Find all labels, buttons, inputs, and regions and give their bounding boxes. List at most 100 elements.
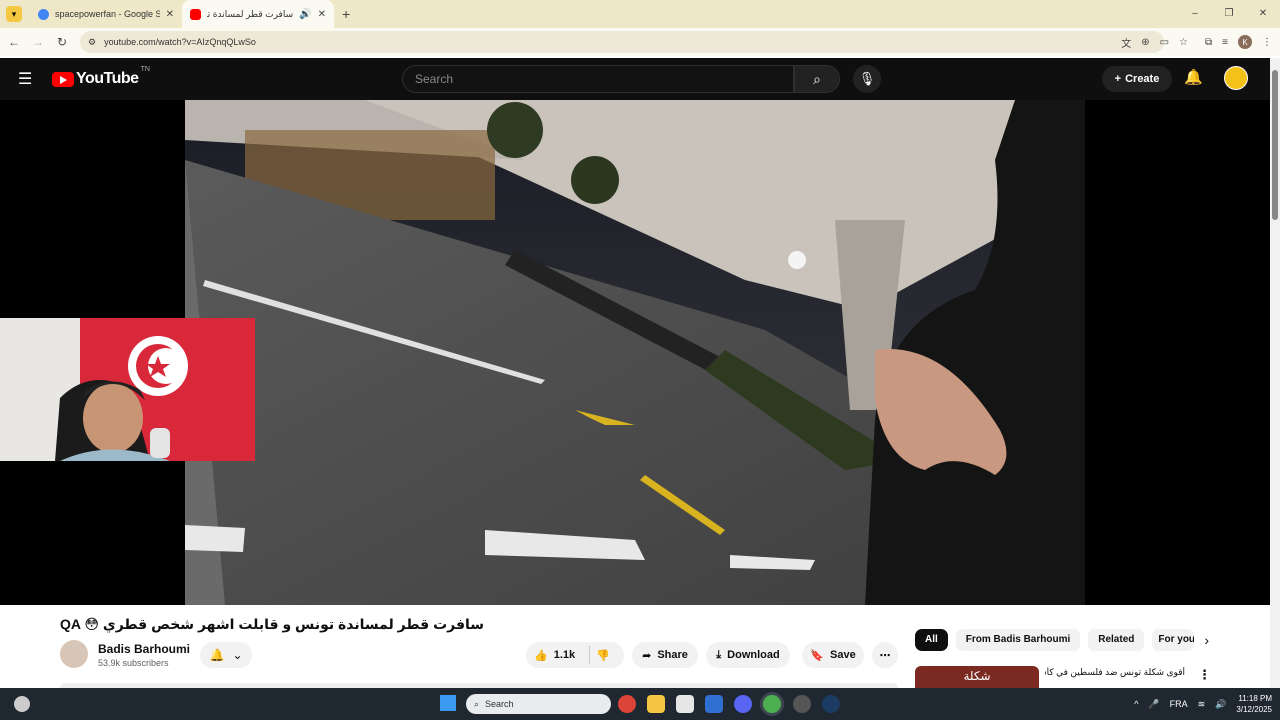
like-dislike-group: 👍 1.1k 👎 bbox=[526, 642, 624, 668]
subscriber-count: 53.9k subscribers bbox=[98, 658, 169, 668]
search-input[interactable]: Search bbox=[402, 65, 794, 93]
tab-google-search[interactable]: spacepowerfan - Google Search ✕ bbox=[30, 0, 182, 28]
youtube-logo[interactable]: YouTube TN bbox=[52, 66, 150, 88]
recommendation-filter-chips: All From Badis Barhoumi Related For you … bbox=[915, 629, 1209, 651]
back-icon[interactable]: ← bbox=[2, 35, 26, 49]
notifications-bell-icon[interactable]: 🔔 bbox=[1184, 68, 1203, 86]
plus-icon: + bbox=[1114, 73, 1122, 85]
download-button[interactable]: ⤓ Download bbox=[706, 642, 790, 668]
tab-title: spacepowerfan - Google Search bbox=[55, 9, 160, 19]
search-icon: ⌕ bbox=[474, 698, 480, 709]
close-window-icon[interactable]: ✕ bbox=[1246, 0, 1280, 28]
chip-from-channel[interactable]: From Badis Barhoumi bbox=[955, 629, 1081, 651]
cast-icon[interactable]: ▭ bbox=[1160, 37, 1169, 48]
reload-icon[interactable]: ↻ bbox=[50, 35, 74, 49]
subscription-bell-button[interactable]: 🔔 ⌄ bbox=[200, 642, 252, 668]
share-button[interactable]: ➦ Share bbox=[632, 642, 698, 668]
divider bbox=[589, 646, 591, 664]
steam-icon[interactable] bbox=[822, 695, 840, 713]
start-windows-icon[interactable] bbox=[440, 695, 456, 711]
bookmark-icon: 🔖 bbox=[810, 649, 824, 662]
dislike-button[interactable]: 👎 bbox=[596, 649, 610, 662]
date: 3/12/2025 bbox=[1236, 705, 1272, 714]
recommended-more-icon[interactable]: ⋮ bbox=[1198, 667, 1211, 683]
chevron-down-icon: ⌄ bbox=[232, 648, 243, 662]
translate-icon[interactable]: 文 bbox=[1121, 35, 1131, 50]
tray-chevron-icon[interactable]: ^ bbox=[1134, 699, 1138, 709]
mail-icon[interactable] bbox=[705, 695, 723, 713]
omnibox-actions: 文 ⊕ ▭ ☆ bbox=[1121, 31, 1188, 53]
chrome-active-icon[interactable] bbox=[763, 695, 781, 713]
forward-icon[interactable]: → bbox=[26, 35, 50, 49]
tab-search-icon[interactable]: ▾ bbox=[6, 6, 22, 22]
discord-icon[interactable] bbox=[734, 695, 752, 713]
window-controls: – ❐ ✕ bbox=[1178, 0, 1280, 28]
zoom-icon[interactable]: ⊕ bbox=[1141, 37, 1149, 48]
new-tab-icon[interactable]: + bbox=[342, 6, 350, 22]
recommended-video-thumbnail[interactable]: شكلة bbox=[915, 666, 1039, 688]
close-tab-icon[interactable]: ✕ bbox=[318, 9, 326, 20]
clock[interactable]: 11:18 PM 3/12/2025 bbox=[1236, 693, 1272, 715]
chip-all[interactable]: All bbox=[915, 629, 948, 651]
system-tray: ^ 🎤 FRA ≋ 🔊 11:18 PM 3/12/2025 bbox=[1134, 688, 1272, 720]
url-field[interactable]: ⚙ youtube.com/watch?v=AIzQnqQLwSo bbox=[80, 31, 1164, 53]
tab-title: سافرت قطر لمساندة تونس و bbox=[207, 8, 294, 19]
windows-taskbar: ⌕ Search ^ 🎤 FRA ≋ 🔊 11:18 PM 3/12/2025 bbox=[0, 688, 1280, 720]
chips-next-icon[interactable]: › bbox=[1204, 632, 1209, 648]
time: 11:18 PM bbox=[1238, 694, 1272, 703]
recommended-video-title[interactable]: أقوى شكلة تونس ضد فلسطين في كأس العرب bbox=[1045, 667, 1185, 678]
save-button[interactable]: 🔖 Save bbox=[802, 642, 864, 668]
language-indicator[interactable]: FRA bbox=[1170, 699, 1188, 709]
maximize-icon[interactable]: ❐ bbox=[1212, 0, 1246, 28]
download-icon: ⤓ bbox=[716, 648, 722, 661]
menu-kebab-icon[interactable]: ⋮ bbox=[1262, 37, 1272, 48]
video-player[interactable] bbox=[0, 100, 1270, 605]
taskbar-search-input[interactable]: ⌕ Search bbox=[466, 694, 611, 714]
widgets-icon[interactable] bbox=[14, 696, 30, 712]
channel-name[interactable]: Badis Barhoumi bbox=[98, 642, 190, 656]
site-info-icon[interactable]: ⚙ bbox=[88, 37, 96, 48]
extensions-icon[interactable]: ⧉ bbox=[1205, 37, 1212, 48]
bell-icon: 🔔 bbox=[209, 648, 225, 662]
volume-icon[interactable]: 🔊 bbox=[1215, 699, 1226, 710]
search-icon[interactable]: ⌕ bbox=[794, 65, 840, 93]
file-explorer-icon[interactable] bbox=[647, 695, 665, 713]
chip-related[interactable]: Related bbox=[1088, 629, 1145, 651]
youtube-header: ☰ YouTube TN Search ⌕ 🎙 + Create 🔔 bbox=[0, 58, 1270, 100]
like-count: 1.1k bbox=[553, 649, 576, 661]
like-button[interactable]: 👍 1.1k bbox=[534, 649, 575, 662]
google-favicon-icon bbox=[38, 8, 49, 20]
app-icon[interactable] bbox=[793, 695, 811, 713]
hamburger-menu-icon[interactable]: ☰ bbox=[18, 69, 38, 89]
scrollbar-thumb[interactable] bbox=[1272, 70, 1278, 220]
browser-tab-bar: ▾ spacepowerfan - Google Search ✕ سافرت … bbox=[0, 0, 1280, 28]
store-icon[interactable] bbox=[676, 695, 694, 713]
more-actions-button[interactable]: ⋯ bbox=[872, 642, 898, 668]
chrome-icon[interactable] bbox=[618, 695, 636, 713]
channel-avatar[interactable] bbox=[60, 640, 88, 668]
tab-youtube[interactable]: سافرت قطر لمساندة تونس و 🔊 ✕ bbox=[182, 0, 334, 28]
profile-avatar[interactable]: K bbox=[1238, 35, 1252, 49]
voice-search-mic-icon[interactable]: 🎙 bbox=[853, 65, 881, 93]
create-button[interactable]: + Create bbox=[1102, 66, 1172, 92]
wifi-icon[interactable]: ≋ bbox=[1198, 699, 1206, 710]
toolbar-actions: ⧉ ≡ K ⋮ bbox=[1205, 31, 1272, 53]
microphone-icon[interactable]: 🎤 bbox=[1148, 699, 1159, 710]
minimize-icon[interactable]: – bbox=[1178, 0, 1212, 28]
chip-for-you[interactable]: For you bbox=[1152, 629, 1195, 651]
youtube-favicon-icon bbox=[190, 8, 201, 20]
page-scrollbar[interactable] bbox=[1270, 58, 1280, 688]
thumbs-up-icon: 👍 bbox=[534, 649, 548, 662]
account-avatar[interactable] bbox=[1224, 66, 1248, 90]
more-horizontal-icon: ⋯ bbox=[879, 649, 891, 662]
media-control-icon[interactable]: ≡ bbox=[1222, 37, 1228, 48]
thumbs-down-icon: 👎 bbox=[596, 649, 610, 662]
share-icon: ➦ bbox=[642, 649, 652, 662]
video-title: QA 😳 سافرت قطر لمساندة تونس و قابلت اشهر… bbox=[60, 616, 485, 632]
audio-icon[interactable]: 🔊 bbox=[299, 9, 311, 20]
bookmark-star-icon[interactable]: ☆ bbox=[1179, 37, 1188, 48]
close-tab-icon[interactable]: ✕ bbox=[166, 9, 174, 20]
url-text: youtube.com/watch?v=AIzQnqQLwSo bbox=[104, 37, 256, 47]
webcam-overlay bbox=[0, 318, 255, 461]
youtube-play-icon bbox=[52, 71, 74, 87]
